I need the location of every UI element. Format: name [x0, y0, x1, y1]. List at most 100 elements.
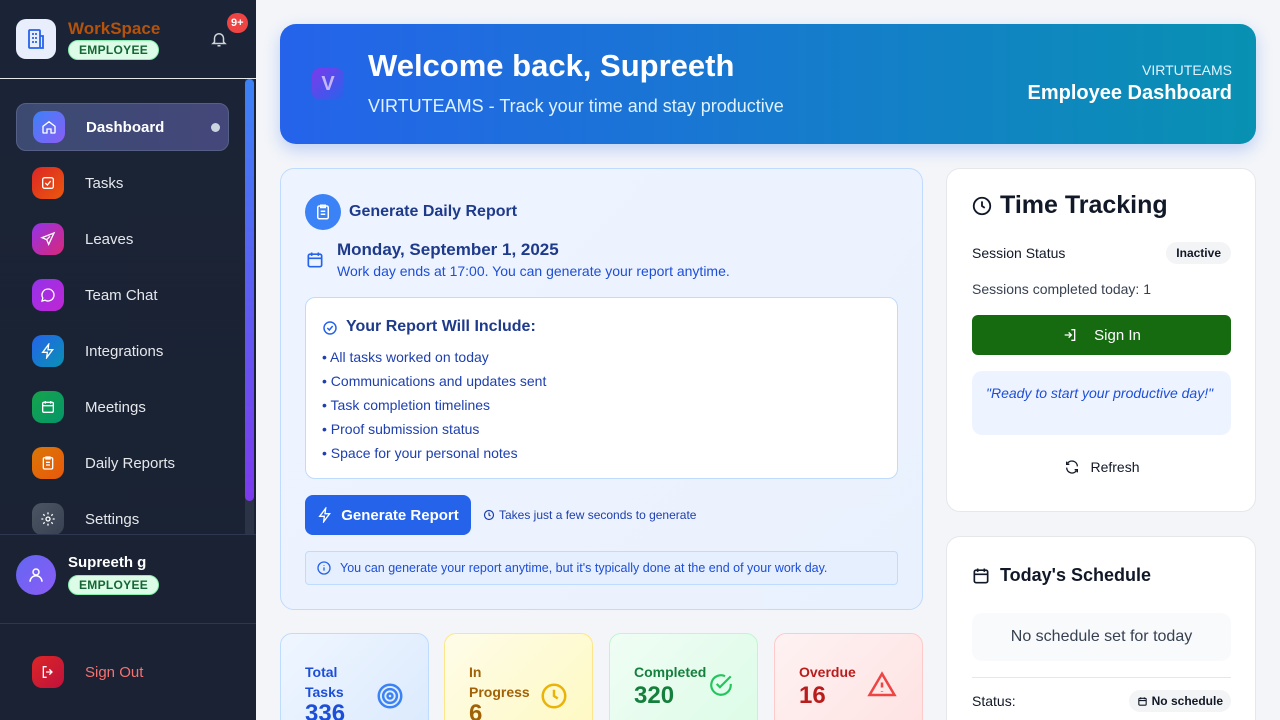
stat-card-completed[interactable]: Completed 320	[609, 633, 758, 720]
stat-label: Total Tasks	[305, 664, 344, 700]
generate-hint-text: Takes just a few seconds to generate	[499, 508, 697, 522]
schedule-title: Today's Schedule	[1000, 565, 1151, 585]
stat-value: 16	[799, 682, 826, 709]
gear-icon	[32, 503, 64, 534]
stat-value: 6	[469, 700, 483, 720]
target-icon	[375, 681, 405, 716]
daily-report-card: Generate Daily Report Monday, September …	[280, 168, 923, 610]
report-contents-list: • All tasks worked on today • Communicat…	[322, 348, 546, 468]
sidebar-item-label: Dashboard	[86, 118, 165, 136]
stat-label: Completed	[634, 664, 707, 680]
calendar-icon	[32, 391, 64, 423]
divider	[972, 677, 1231, 678]
role-badge: EMPLOYEE	[68, 40, 160, 60]
sidebar-item-label: Team Chat	[85, 286, 158, 304]
list-item: • Communications and updates sent	[322, 373, 547, 389]
calendar-icon	[971, 566, 991, 591]
sidebar-item-label: Tasks	[85, 174, 124, 192]
list-item: • Task completion timelines	[322, 397, 491, 413]
plane-icon	[32, 223, 64, 255]
sign-in-label: Sign In	[1094, 326, 1141, 344]
bolt-icon	[32, 335, 64, 367]
schedule-empty-state: No schedule set for today	[972, 613, 1231, 661]
clock-icon	[483, 509, 495, 521]
time-tracking-title: Time Tracking	[1000, 191, 1168, 219]
sign-out-label: Sign Out	[85, 663, 144, 681]
sidebar-item-label: Leaves	[85, 230, 134, 248]
session-status-badge: Inactive	[1166, 242, 1231, 264]
calendar-icon	[1137, 696, 1147, 706]
warning-icon	[867, 670, 897, 705]
sidebar-item-dashboard[interactable]: Dashboard	[16, 103, 229, 151]
report-title: Generate Daily Report	[349, 203, 518, 220]
schedule-status-text: No schedule	[1151, 694, 1223, 708]
session-status-label: Session Status	[972, 245, 1066, 261]
sign-out-button[interactable]: Sign Out	[16, 648, 229, 696]
motivational-quote: "Ready to start your productive day!"	[972, 371, 1231, 435]
schedule-status-badge: No schedule	[1128, 690, 1231, 712]
stat-card-in-progress[interactable]: In Progress 6	[444, 633, 593, 720]
sidebar: WorkSpace EMPLOYEE 9+ Dashboard Tasks Le…	[0, 0, 256, 720]
dashboard-label: Employee Dashboard	[1027, 82, 1232, 104]
sidebar-item-label: Daily Reports	[85, 454, 176, 472]
clock-icon	[971, 195, 993, 222]
schedule-status-label: Status:	[972, 693, 1016, 709]
sidebar-item-leaves[interactable]: Leaves	[16, 215, 229, 263]
list-item: • Space for your personal notes	[322, 445, 518, 461]
clock-icon	[539, 681, 569, 716]
refresh-button[interactable]: Refresh	[947, 459, 1257, 475]
sidebar-item-meetings[interactable]: Meetings	[16, 383, 229, 431]
refresh-label: Refresh	[1090, 459, 1140, 475]
welcome-banner: V Welcome back, Supreeth VIRTUTEAMS - Tr…	[280, 24, 1256, 144]
logout-icon	[32, 656, 64, 688]
sidebar-item-label: Meetings	[85, 398, 146, 416]
organization-name: VIRTUTEAMS	[1142, 62, 1232, 78]
login-icon	[1064, 329, 1076, 341]
user-name: Supreeth g	[68, 554, 147, 571]
sessions-completed: Sessions completed today: 1	[972, 281, 1151, 297]
brand-header: WorkSpace EMPLOYEE 9+	[0, 0, 256, 79]
bell-icon[interactable]	[210, 30, 228, 48]
info-banner: You can generate your report anytime, bu…	[305, 551, 898, 585]
sidebar-scroll-thumb[interactable]	[245, 79, 254, 501]
building-icon	[16, 19, 56, 59]
sidebar-item-settings[interactable]: Settings	[16, 495, 229, 534]
avatar[interactable]	[16, 555, 56, 595]
check-circle-icon	[322, 320, 338, 341]
report-note: Work day ends at 17:00. You can generate…	[337, 263, 730, 279]
chat-icon	[32, 279, 64, 311]
stat-card-total-tasks[interactable]: Total Tasks 336	[280, 633, 429, 720]
stat-card-overdue[interactable]: Overdue 16	[774, 633, 923, 720]
sidebar-item-integrations[interactable]: Integrations	[16, 327, 229, 375]
sign-in-button[interactable]: Sign In	[972, 315, 1231, 355]
user-profile: Supreeth g EMPLOYEE	[0, 534, 256, 624]
active-indicator	[211, 123, 220, 132]
sidebar-item-tasks[interactable]: Tasks	[16, 159, 229, 207]
stat-label: Overdue	[799, 664, 856, 680]
report-contents-box: Your Report Will Include: • All tasks wo…	[305, 297, 898, 479]
stat-value: 320	[634, 682, 675, 709]
report-contents-title: Your Report Will Include:	[346, 318, 536, 335]
checkbox-icon	[32, 167, 64, 199]
notification-count-badge: 9+	[227, 13, 248, 33]
welcome-subtitle: VIRTUTEAMS - Track your time and stay pr…	[368, 96, 784, 116]
info-text: You can generate your report anytime, bu…	[340, 561, 828, 575]
welcome-title: Welcome back, Supreeth	[368, 48, 735, 83]
generate-hint: Takes just a few seconds to generate	[483, 508, 696, 522]
generate-report-button[interactable]: Generate Report	[305, 495, 471, 535]
sidebar-item-label: Settings	[85, 510, 140, 528]
sidebar-item-team-chat[interactable]: Team Chat	[16, 271, 229, 319]
user-role-badge: EMPLOYEE	[68, 575, 160, 595]
home-icon	[33, 111, 65, 143]
stat-value: 336	[305, 700, 346, 720]
sidebar-item-daily-reports[interactable]: Daily Reports	[16, 439, 229, 487]
sidebar-nav: Dashboard Tasks Leaves Team Chat Integra…	[0, 79, 256, 534]
stat-label: In Progress	[469, 664, 530, 700]
list-item: • Proof submission status	[322, 421, 480, 437]
clipboard-icon	[32, 447, 64, 479]
brand-name: WorkSpace	[68, 19, 161, 38]
sidebar-item-label: Integrations	[85, 342, 164, 360]
clipboard-icon	[305, 194, 341, 230]
report-date: Monday, September 1, 2025	[337, 240, 559, 259]
info-icon	[317, 561, 331, 575]
